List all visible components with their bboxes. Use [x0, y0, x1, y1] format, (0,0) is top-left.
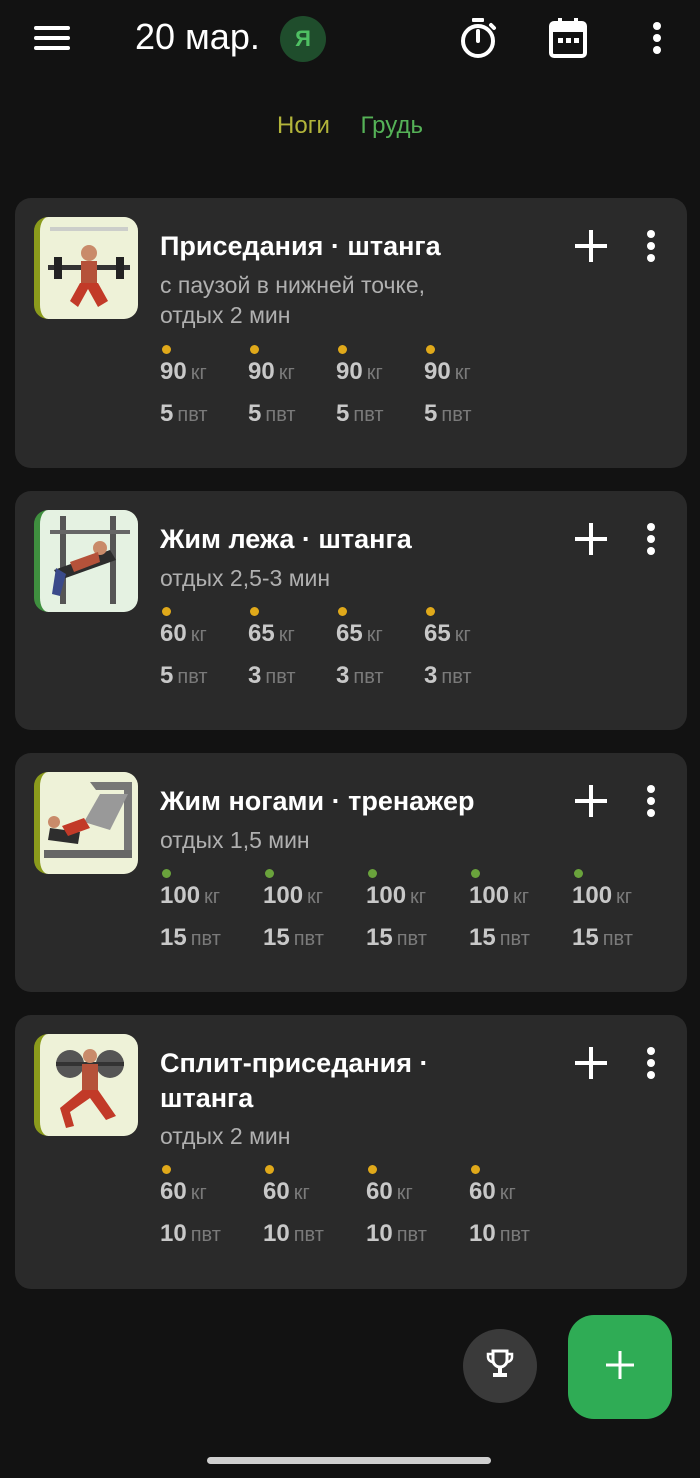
add-set-icon[interactable] — [573, 521, 609, 557]
set-reps: 15 — [160, 924, 187, 951]
set-reps: 5 — [160, 662, 174, 689]
add-set-icon[interactable] — [573, 783, 609, 819]
set-weight: 60 — [263, 1178, 290, 1205]
menu-icon[interactable] — [34, 24, 72, 54]
set-status-dot — [426, 607, 435, 616]
home-indicator[interactable] — [207, 1457, 491, 1464]
exercise-note: отдых 2,5-3 мин — [160, 565, 331, 591]
top-app-bar: 20 мар. Я — [0, 0, 700, 80]
trophy-icon — [484, 1348, 516, 1385]
records-button[interactable] — [463, 1329, 537, 1403]
set-status-dot — [338, 607, 347, 616]
set-reps: 3 — [336, 662, 350, 689]
set-weight: 60 — [366, 1178, 393, 1205]
muscle-group-legs[interactable]: Ноги — [277, 112, 330, 139]
exercise-image — [34, 217, 138, 319]
exercise-note: с паузой в нижней точке, — [160, 272, 426, 298]
set-reps: 3 — [248, 662, 262, 689]
set-weight: 100 — [469, 882, 510, 909]
set-status-dot — [368, 1165, 377, 1174]
exercise-title: штанга — [160, 1083, 254, 1113]
set-weight: 90 — [336, 358, 363, 385]
exercise-note: отдых 1,5 мин — [160, 827, 310, 853]
set-reps: 3 — [424, 662, 438, 689]
set-weight: 100 — [160, 882, 201, 909]
set-weight: 100 — [366, 882, 407, 909]
set-weight: 90 — [424, 358, 451, 385]
set-status-dot — [265, 869, 274, 878]
set-status-dot — [162, 345, 171, 354]
set-weight: 60 — [160, 1178, 187, 1205]
exercise-card[interactable]: Приседания · штанга с паузой в нижней то… — [15, 198, 687, 468]
exercise-image — [34, 510, 138, 612]
set-status-dot — [338, 345, 347, 354]
set-reps: 15 — [572, 924, 599, 951]
workout-screen: 20 мар. Я Ноги Грудь Приседания · штанга… — [0, 0, 700, 1478]
set-weight: 90 — [160, 358, 187, 385]
set-weight: 100 — [572, 882, 613, 909]
exercise-image — [34, 1034, 138, 1136]
set-status-dot — [471, 1165, 480, 1174]
set-status-dot — [471, 869, 480, 878]
set-reps: 5 — [248, 400, 262, 427]
set-reps: 15 — [366, 924, 393, 951]
exercise-title: Жим ногами · тренажер — [160, 786, 475, 816]
set-reps: 15 — [263, 924, 290, 951]
set-reps: 5 — [336, 400, 350, 427]
set-weight: 60 — [160, 620, 187, 647]
add-set-icon[interactable] — [573, 228, 609, 264]
set-status-dot — [250, 345, 259, 354]
more-vert-icon[interactable] — [641, 783, 661, 819]
avatar[interactable]: Я — [280, 16, 326, 62]
set-reps: 10 — [469, 1220, 496, 1247]
set-status-dot — [265, 1165, 274, 1174]
set-status-dot — [426, 345, 435, 354]
set-reps: 10 — [366, 1220, 393, 1247]
calendar-icon[interactable] — [546, 16, 590, 60]
set-status-dot — [250, 607, 259, 616]
set-status-dot — [574, 869, 583, 878]
set-status-dot — [368, 869, 377, 878]
set-reps: 5 — [424, 400, 438, 427]
set-weight: 65 — [424, 620, 451, 647]
exercise-note: отдых 2 мин — [160, 302, 291, 328]
more-vert-icon[interactable] — [636, 16, 678, 60]
exercise-card[interactable]: Жим лежа · штанга отдых 2,5-3 мин 60 кг 5 п… — [15, 491, 687, 730]
more-vert-icon[interactable] — [641, 521, 661, 557]
set-weight: 100 — [263, 882, 304, 909]
add-exercise-button[interactable] — [568, 1315, 672, 1419]
muscle-groups: Ноги Грудь — [0, 112, 700, 140]
set-weight: 60 — [469, 1178, 496, 1205]
muscle-group-chest[interactable]: Грудь — [361, 112, 423, 139]
exercise-title: Сплит-приседания · — [160, 1048, 429, 1078]
set-weight: 65 — [336, 620, 363, 647]
exercise-title: Жим лежа · штанга — [160, 524, 412, 554]
exercise-card[interactable]: Жим ногами · тренажер отдых 1,5 мин 100 к… — [15, 753, 687, 992]
exercise-note: отдых 2 мин — [160, 1123, 291, 1149]
set-status-dot — [162, 1165, 171, 1174]
add-icon — [605, 1350, 635, 1385]
set-reps: 10 — [263, 1220, 290, 1247]
date-title[interactable]: 20 мар. — [135, 16, 260, 58]
add-set-icon[interactable] — [573, 1045, 609, 1081]
set-weight: 65 — [248, 620, 275, 647]
exercise-image — [34, 772, 138, 874]
exercise-card[interactable]: Сплит-приседания · штанга отдых 2 мин 60… — [15, 1015, 687, 1289]
more-vert-icon[interactable] — [641, 1045, 661, 1081]
more-vert-icon[interactable] — [641, 228, 661, 264]
set-weight: 90 — [248, 358, 275, 385]
set-reps: 10 — [160, 1220, 187, 1247]
set-status-dot — [162, 607, 171, 616]
set-reps: 5 — [160, 400, 174, 427]
timer-icon[interactable] — [456, 16, 500, 60]
set-reps: 15 — [469, 924, 496, 951]
exercise-title: Приседания · штанга — [160, 231, 441, 261]
set-status-dot — [162, 869, 171, 878]
